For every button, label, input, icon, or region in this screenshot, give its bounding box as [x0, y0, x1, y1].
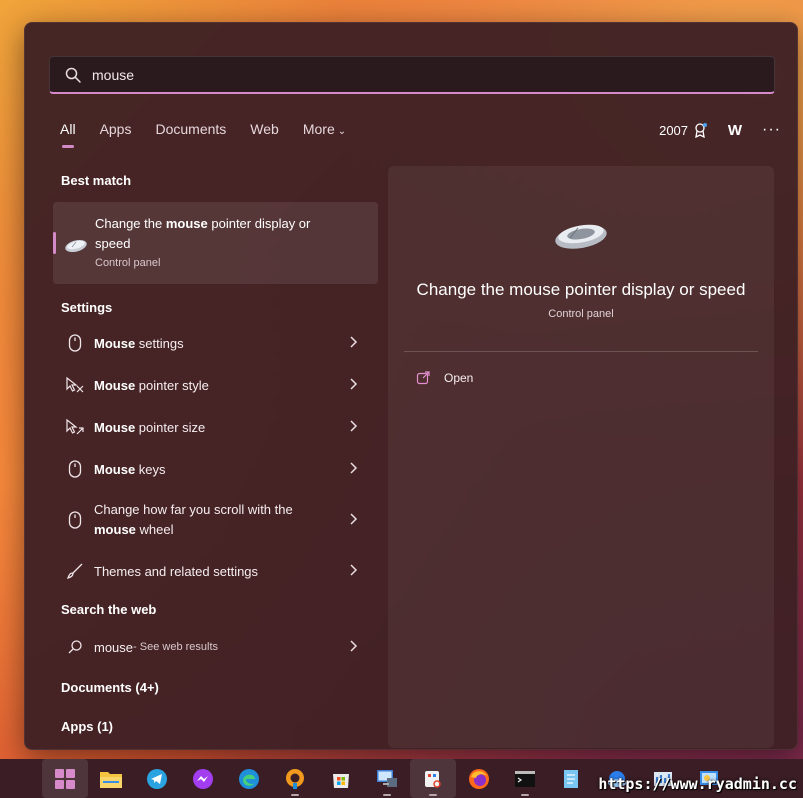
pointer-style-icon	[65, 375, 85, 395]
preview-subtitle: Control panel	[548, 308, 614, 320]
chevron-down-icon: ⌄	[337, 126, 347, 137]
tab-documents[interactable]: Documents	[155, 121, 226, 137]
list-item-label: Change how far you scroll with the mouse…	[94, 500, 334, 540]
web-query: mouse	[94, 639, 134, 655]
chevron-right-icon	[350, 336, 358, 348]
label-pre: Change how far you scroll with the	[94, 502, 293, 517]
messenger-icon[interactable]	[180, 759, 226, 798]
tab-web[interactable]: Web	[250, 121, 279, 137]
open-button[interactable]: Open	[416, 371, 473, 385]
list-item-label: Mouse keys	[94, 462, 166, 477]
start-search-panel: All Apps Documents Web More⌄ 2007 W ··· …	[24, 22, 798, 750]
best-match-title-bold: mouse	[165, 216, 208, 231]
settings-heading: Settings	[61, 300, 113, 315]
divider	[404, 351, 758, 352]
open-external-icon	[416, 371, 430, 385]
chevron-right-icon	[350, 513, 358, 525]
mouse-outline-icon	[65, 459, 85, 479]
label-rest: keys	[135, 461, 166, 477]
search-input[interactable]	[92, 66, 692, 83]
firefox-icon[interactable]	[456, 759, 502, 798]
start-icon[interactable]	[42, 759, 88, 798]
search-box[interactable]	[49, 56, 775, 94]
list-item-label: Mouse pointer size	[94, 420, 205, 435]
label-bold: mouse	[94, 522, 136, 537]
chevron-right-icon	[350, 378, 358, 390]
notepad-icon[interactable]	[548, 759, 594, 798]
list-item-label: Mouse settings	[94, 336, 184, 351]
label-rest: wheel	[135, 522, 174, 537]
best-match-title-pre: Change the	[95, 216, 166, 231]
avatar[interactable]: W	[724, 119, 746, 141]
watermark: https://www.ryadmin.cc	[598, 775, 797, 793]
telegram-icon[interactable]	[134, 759, 180, 798]
settings-list: Mouse settings Mouse pointer style Mouse…	[53, 322, 378, 592]
chevron-right-icon	[350, 564, 358, 576]
preview-pane: Change the mouse pointer display or spee…	[388, 166, 774, 748]
label-bold: Mouse	[94, 335, 136, 351]
mouse-outline-icon	[65, 510, 85, 530]
file-explorer-icon[interactable]	[88, 759, 134, 798]
open-label: Open	[444, 371, 474, 385]
app-orange-icon[interactable]	[272, 759, 318, 798]
label-bold: Mouse	[94, 461, 136, 477]
tab-more[interactable]: More ⌄	[303, 121, 346, 137]
store-icon[interactable]	[318, 759, 364, 798]
chevron-right-icon	[350, 640, 358, 652]
label-rest: pointer size	[135, 419, 206, 435]
chevron-right-icon	[350, 462, 358, 474]
best-match-subtitle: Control panel	[95, 257, 161, 269]
documents-heading[interactable]: Documents (4+)	[53, 680, 378, 695]
best-match-result[interactable]: Change the mouse pointer display or spee…	[53, 202, 378, 284]
list-item[interactable]: Mouse keys	[53, 448, 378, 490]
filter-tabs: All Apps Documents Web More ⌄	[60, 121, 370, 148]
tab-more-label: More	[302, 121, 335, 137]
web-search-result[interactable]: mouse - See web results	[53, 626, 378, 668]
search-icon	[65, 637, 85, 657]
pointer-size-icon	[65, 417, 85, 437]
trophy-icon	[695, 123, 708, 138]
rewards-points[interactable]: 2007	[659, 122, 708, 138]
terminal-icon[interactable]	[502, 759, 548, 798]
brush-icon	[65, 561, 85, 581]
label-bold: Mouse	[94, 377, 136, 393]
best-match-title: Change the mouse pointer display or spee…	[95, 214, 325, 254]
search-icon	[65, 67, 81, 83]
web-suffix: - See web results	[133, 641, 219, 653]
chevron-right-icon	[350, 420, 358, 432]
mouse-outline-icon	[65, 333, 85, 353]
mouse-icon	[65, 239, 87, 253]
list-item[interactable]: Mouse pointer style	[53, 364, 378, 406]
list-item-label: Themes and related settings	[94, 563, 259, 579]
label-rest: pointer style	[135, 377, 209, 393]
search-web-heading: Search the web	[61, 602, 157, 617]
list-item[interactable]: Mouse settings	[53, 322, 378, 364]
list-item-label: Mouse pointer style	[94, 378, 209, 393]
label-bold: Mouse	[94, 419, 136, 435]
preview-title: Change the mouse pointer display or spee…	[416, 280, 746, 299]
ellipsis-icon[interactable]: ···	[762, 121, 781, 139]
points-value: 2007	[659, 122, 689, 138]
tab-all[interactable]: All	[60, 121, 76, 148]
results-list: Best match Change the mouse pointer disp…	[53, 173, 378, 734]
best-match-heading: Best match	[61, 173, 132, 188]
snipping-tool-icon[interactable]	[410, 759, 456, 798]
edge-icon[interactable]	[226, 759, 272, 798]
tab-apps[interactable]: Apps	[100, 121, 132, 137]
apps-heading[interactable]: Apps (1)	[53, 719, 378, 734]
remote-desktop-icon[interactable]	[364, 759, 410, 798]
header-tools: 2007 W ···	[659, 119, 781, 141]
list-item[interactable]: Themes and related settings	[53, 550, 378, 592]
label-rest: settings	[135, 335, 184, 351]
mouse-icon	[555, 224, 607, 249]
list-item[interactable]: Mouse pointer size	[53, 406, 378, 448]
list-item[interactable]: Change how far you scroll with the mouse…	[53, 490, 378, 550]
